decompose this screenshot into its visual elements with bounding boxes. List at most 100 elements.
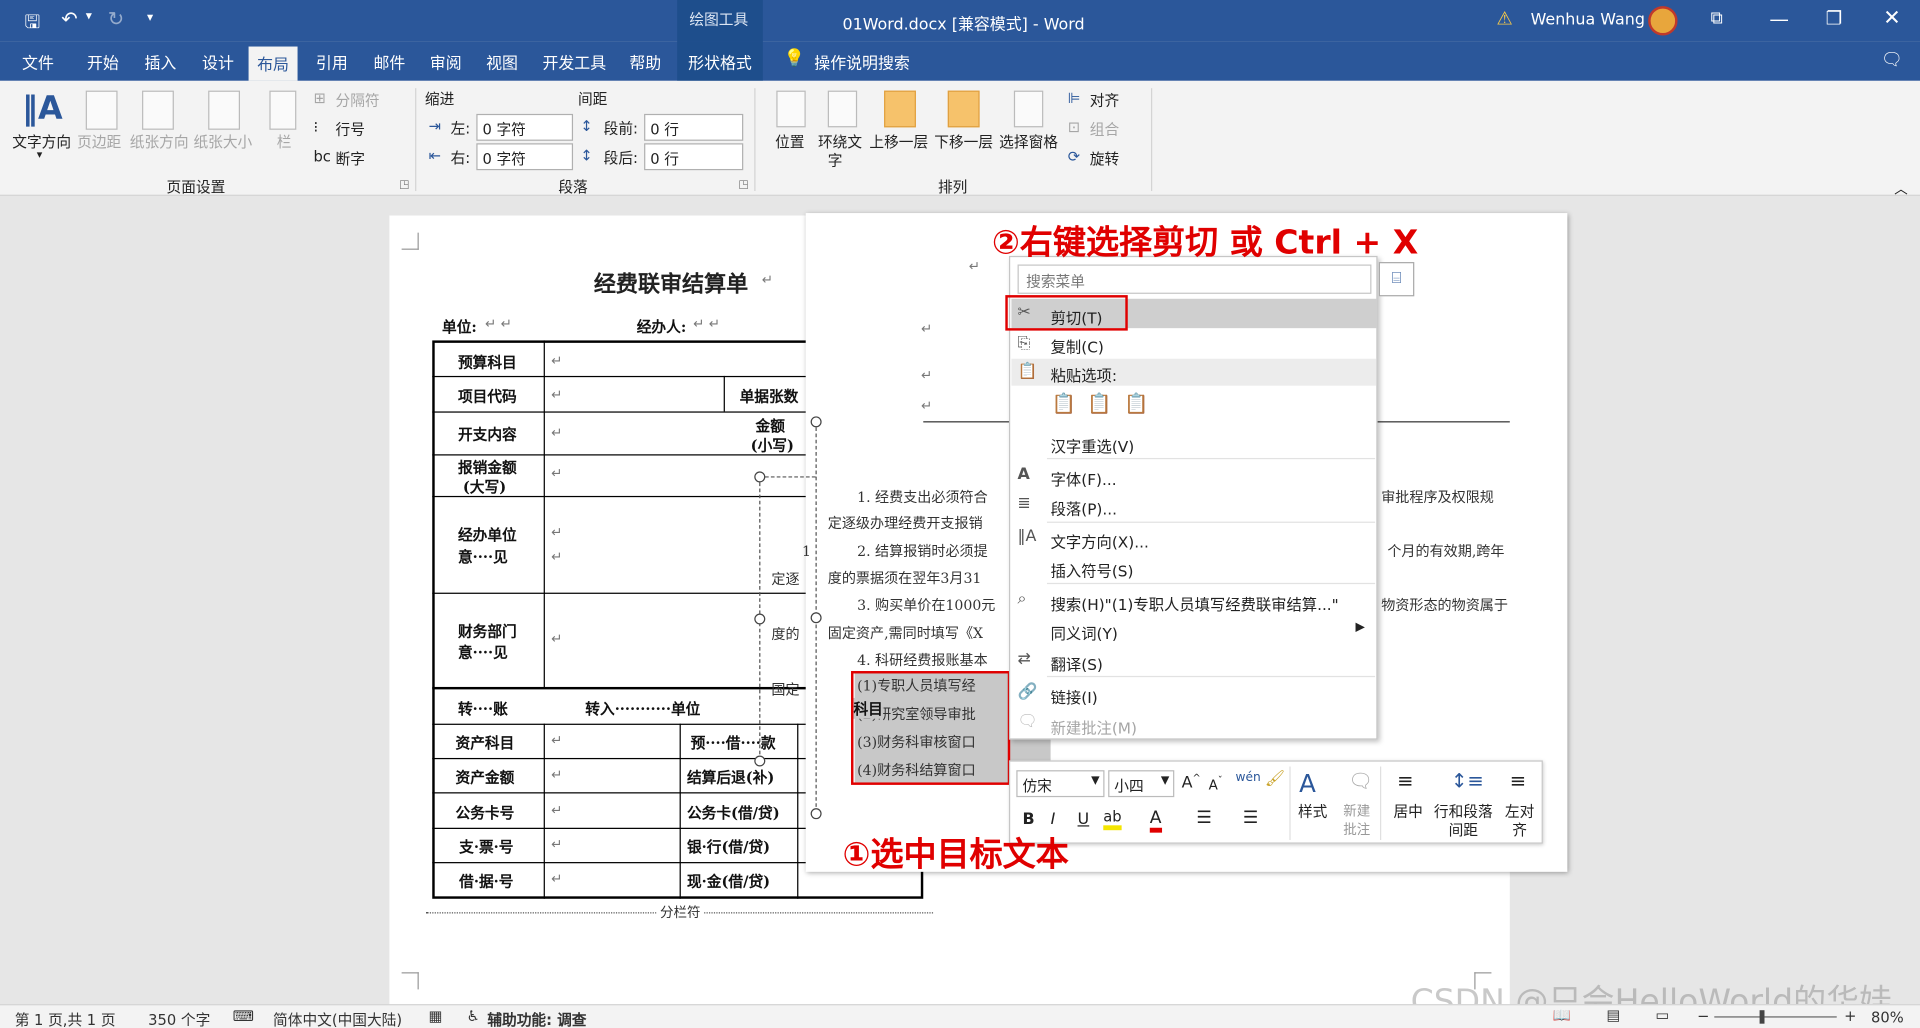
tab-review[interactable]: 审阅 [430, 50, 462, 73]
proofing-icon[interactable]: ⌨ [233, 1008, 254, 1025]
rotate-button[interactable]: 旋转 [1090, 148, 1119, 169]
language[interactable]: 简体中文(中国大陆) [273, 1009, 402, 1028]
margins-button[interactable]: 页边距 [77, 131, 121, 152]
size-button[interactable]: 纸张大小 [193, 131, 252, 152]
send-backward-button[interactable]: 下移一层 [934, 131, 993, 152]
menu-item-text-direction[interactable]: 文字方向(X)... [1051, 529, 1149, 552]
selection-pane-button[interactable]: 选择窗格 [999, 131, 1058, 152]
menu-item-font[interactable]: 字体(F)... [1051, 467, 1117, 490]
tab-developer[interactable]: 开发工具 [542, 50, 606, 73]
tab-mailings[interactable]: 邮件 [373, 50, 405, 73]
tab-file[interactable]: 文件 [22, 50, 54, 73]
minimize-icon[interactable]: — [1769, 7, 1789, 30]
resize-handle[interactable] [810, 416, 822, 428]
menu-item-search[interactable]: 搜索(H)"(1)专职人员填写经费联审结算..." [1051, 591, 1339, 614]
columns-button[interactable]: 栏 [277, 131, 292, 152]
resize-handle[interactable] [754, 471, 766, 483]
tab-shape-format[interactable]: 形状格式 [688, 50, 752, 73]
center-button[interactable]: 居中 [1393, 801, 1422, 822]
styles-button[interactable]: 样式 [1298, 801, 1327, 822]
resize-handle[interactable] [810, 612, 822, 624]
bring-forward-button[interactable]: 上移一层 [869, 131, 928, 152]
undo-dropdown-icon[interactable]: ▾ [86, 10, 92, 23]
tab-view[interactable]: 视图 [486, 50, 518, 73]
tab-references[interactable]: 引用 [316, 50, 348, 73]
collapse-ribbon-icon[interactable]: ︿ [1894, 179, 1907, 199]
accessibility-icon[interactable]: ♿ [467, 1008, 480, 1025]
underline-icon[interactable]: U [1078, 811, 1090, 829]
grow-font-icon[interactable]: A^ [1182, 773, 1201, 793]
paste-merge-format-icon[interactable]: 📋 [1087, 392, 1111, 415]
font-family-select[interactable]: 仿宋 ▼ [1016, 770, 1105, 798]
font-color-icon[interactable]: A [1149, 808, 1162, 833]
comments-icon[interactable]: 🗨 [1881, 50, 1903, 70]
indent-left-field[interactable]: 0 字符 [476, 113, 574, 141]
italic-icon[interactable]: I [1051, 811, 1056, 829]
word-count[interactable]: 350 个字 [148, 1009, 210, 1028]
align-button[interactable]: 对齐 [1090, 89, 1119, 110]
line-numbers-button[interactable]: 行号 [336, 119, 365, 140]
menu-search-input[interactable]: 搜索菜单 [1017, 264, 1372, 294]
spacing-after-field[interactable]: 0 行 [644, 143, 744, 171]
menu-item-insert-symbol[interactable]: 插入符号(S) [1051, 558, 1134, 581]
read-mode-icon[interactable]: 📖 [1553, 1007, 1571, 1024]
tab-help[interactable]: 帮助 [629, 50, 661, 73]
spacing-before-field[interactable]: 0 行 [644, 113, 744, 141]
dialog-launcher-icon[interactable]: ◳ [399, 179, 409, 191]
layout-options-icon[interactable]: ⌸ [1378, 262, 1415, 297]
tab-design[interactable]: 设计 [202, 50, 234, 73]
menu-item-translate[interactable]: 翻译(S) [1051, 651, 1103, 674]
hyphenation-button[interactable]: 断字 [336, 148, 365, 169]
font-size-select[interactable]: 小四 ▼ [1108, 770, 1175, 798]
tab-layout[interactable]: 布局 [248, 46, 298, 81]
save-icon[interactable]: 🖫 [24, 10, 40, 41]
menu-item-synonyms[interactable]: 同义词(Y) [1051, 621, 1118, 644]
resize-handle[interactable] [810, 808, 822, 820]
bullets-icon[interactable]: ☰ [1196, 808, 1211, 828]
page-count[interactable]: 第 1 页,共 1 页 [15, 1009, 116, 1028]
format-painter-icon[interactable]: 🖌 [1265, 770, 1285, 788]
tab-home[interactable]: 开始 [87, 50, 119, 73]
print-layout-icon[interactable]: ▤ [1607, 1007, 1621, 1024]
menu-item-link[interactable]: 链接(I) [1051, 684, 1098, 707]
undo-icon[interactable]: ↶ [61, 7, 77, 30]
resize-handle[interactable] [754, 613, 766, 625]
zoom-level[interactable]: 80% [1871, 1009, 1904, 1026]
web-layout-icon[interactable]: ▭ [1656, 1007, 1670, 1024]
menu-item-paragraph[interactable]: 段落(P)... [1051, 496, 1117, 519]
breaks-button[interactable]: 分隔符 [336, 89, 380, 110]
resize-handle[interactable] [754, 755, 766, 767]
numbering-icon[interactable]: ☰ [1243, 808, 1258, 828]
zoom-slider-thumb[interactable] [1759, 1010, 1765, 1024]
user-name[interactable]: Wenhua Wang [1531, 11, 1645, 29]
menu-item-copy[interactable]: 复制(C) [1051, 334, 1104, 357]
group-button[interactable]: 组合 [1090, 119, 1119, 140]
phonetic-guide-icon[interactable]: wén [1236, 771, 1261, 784]
highlight-icon[interactable]: ab [1103, 808, 1122, 831]
tab-insert[interactable]: 插入 [144, 50, 176, 73]
bold-icon[interactable]: B [1022, 811, 1034, 829]
shrink-font-icon[interactable]: Aˇ [1209, 775, 1223, 793]
close-icon[interactable]: ✕ [1883, 6, 1900, 30]
text-direction-icon[interactable]: ‖A [22, 88, 63, 130]
zoom-out-icon[interactable]: − [1697, 1008, 1709, 1025]
customize-qat-icon[interactable]: ▾ [147, 11, 153, 24]
redo-icon[interactable]: ↻ [108, 7, 124, 30]
macro-icon[interactable]: ▦ [429, 1008, 443, 1025]
indent-right-field[interactable]: 0 字符 [476, 143, 574, 171]
paste-text-only-icon[interactable]: 📋 [1124, 392, 1148, 415]
menu-item-new-comment[interactable]: 新建批注(M) [1051, 715, 1137, 738]
zoom-slider[interactable] [1714, 1016, 1837, 1018]
avatar[interactable] [1648, 6, 1678, 36]
paste-keep-format-icon[interactable]: 📋 [1052, 392, 1076, 415]
new-comment-button[interactable]: 新建 [1343, 801, 1370, 821]
dialog-launcher-icon[interactable]: ◳ [738, 179, 748, 191]
accessibility-status[interactable]: 辅助功能: 调查 [487, 1009, 586, 1028]
ribbon-display-icon[interactable]: ⧉ [1711, 9, 1723, 29]
restore-icon[interactable]: ❐ [1826, 7, 1842, 29]
menu-item-reconvert[interactable]: 汉字重选(V) [1051, 433, 1135, 456]
warning-icon[interactable]: ⚠ [1496, 7, 1512, 29]
zoom-in-icon[interactable]: + [1844, 1008, 1856, 1025]
position-button[interactable]: 位置 [775, 131, 804, 152]
tell-me-search[interactable]: 操作说明搜索 [814, 50, 910, 73]
